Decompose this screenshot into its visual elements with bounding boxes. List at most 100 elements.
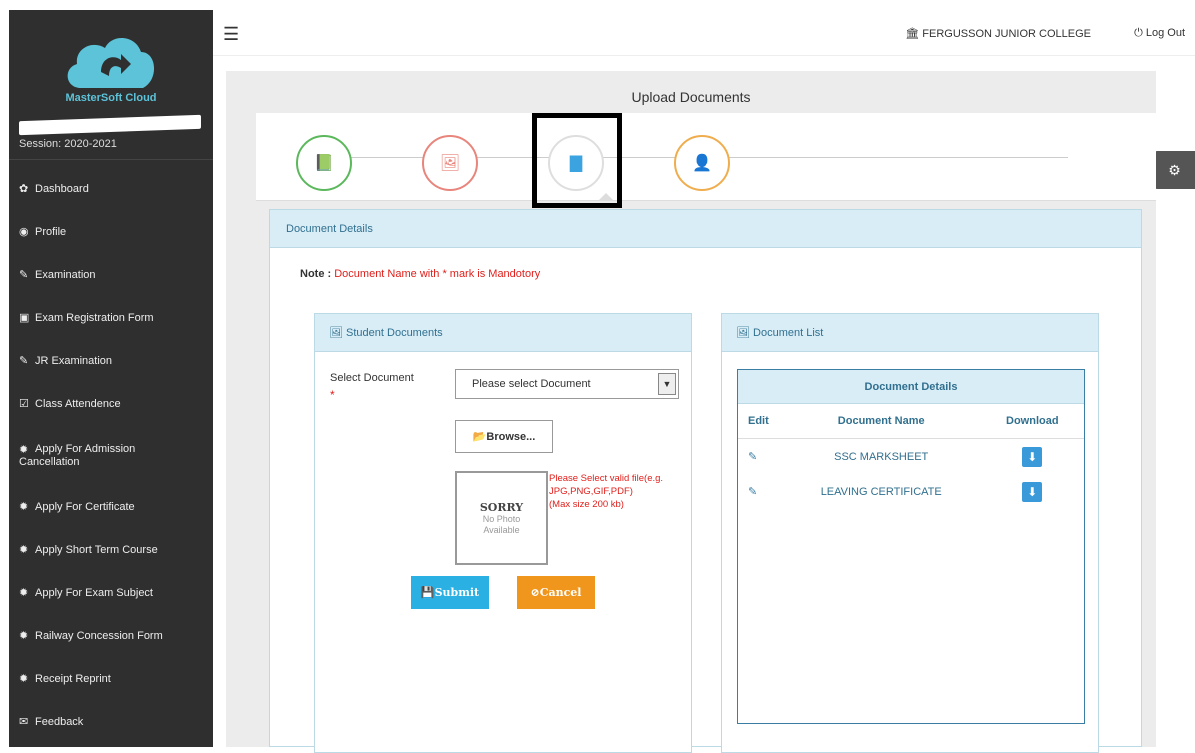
cloud-logo-icon <box>67 37 155 88</box>
document-select[interactable]: Please select Document ▼ <box>455 369 679 399</box>
step-book[interactable]: 📗 <box>296 135 352 191</box>
download-icon: ⬇ <box>1027 449 1038 464</box>
file-icon: ▇ <box>569 155 583 172</box>
sidebar-item-examination[interactable]: ✎ Examination <box>9 253 213 296</box>
sidebar-item-short-term-course[interactable]: ✹ Apply Short Term Course <box>9 528 213 571</box>
sidebar-item-label: Apply For Certificate <box>35 500 135 513</box>
sidebar-item-railway-concession[interactable]: ✹ Railway Concession Form <box>9 614 213 657</box>
sidebar-item-jr-examination[interactable]: ✎ JR Examination <box>9 339 213 382</box>
sidebar-item-label: Apply Short Term Course <box>35 543 158 556</box>
sidebar: MasterSoft Cloud Session: 2020-2021 ✿ Das… <box>9 10 213 747</box>
redacted-username <box>19 114 201 136</box>
sidebar-item-label: Apply For Admission <box>35 443 136 455</box>
file-pdf-icon: ▣ <box>19 312 30 324</box>
certificate-icon: ✹ <box>19 587 29 599</box>
sidebar-item-exam-subject[interactable]: ✹ Apply For Exam Subject <box>9 571 213 614</box>
certificate-icon: ✹ <box>19 630 29 642</box>
gear-icon: ⚙ <box>1168 161 1181 178</box>
document-table: Document Details Edit Document Name Down… <box>737 369 1085 724</box>
dashboard-icon: ✿ <box>19 183 29 195</box>
sidebar-item-admission-cancellation[interactable]: ✹ Apply For Admission Cancellation <box>9 425 213 485</box>
browse-button[interactable]: 📂 Browse... <box>455 420 553 453</box>
active-step-caret <box>598 193 614 201</box>
download-button[interactable]: ⬇ <box>1022 446 1043 467</box>
image-icon: 🖼 <box>736 327 754 339</box>
user-circle-icon: ◉ <box>19 226 29 238</box>
chevron-down-icon[interactable]: ▼ <box>658 373 676 395</box>
student-documents-panel: 🖼 Student Documents Select Document * Pl… <box>314 313 692 753</box>
brand-name: MasterSoft Cloud <box>65 92 157 104</box>
checkbox-icon: ☑ <box>19 398 29 410</box>
document-select-value: Please select Document <box>472 378 591 390</box>
main-content: Upload Documents 📗 🖼 ▇ 👤 Document Detail… <box>226 71 1156 753</box>
edit-icon[interactable]: ✎ <box>738 485 782 498</box>
sidebar-item-apply-certificate[interactable]: ✹ Apply For Certificate <box>9 485 213 528</box>
hint-line1: Please Select valid file(e.g. <box>549 473 664 484</box>
photo-text-line1: No Photo <box>482 513 521 524</box>
table-row: ✎ SSC MARKSHEET ⬇ <box>738 439 1084 474</box>
step-documents[interactable]: ▇ <box>548 135 604 191</box>
sidebar-item-receipt-reprint[interactable]: ✹ Receipt Reprint <box>9 657 213 700</box>
submit-label: Submit <box>434 586 480 599</box>
sidebar-item-class-attendence[interactable]: ☑ Class Attendence <box>9 382 213 425</box>
required-mark: * <box>330 388 335 402</box>
session-label: Session: 2020-2021 <box>19 138 117 150</box>
no-photo-placeholder: SORRY No Photo Available <box>455 471 548 565</box>
sidebar-item-label: JR Examination <box>35 354 113 367</box>
certificate-icon: ✹ <box>19 443 29 456</box>
note-label: Note : <box>300 268 332 280</box>
sidebar-item-label-line2: Cancellation <box>19 455 80 468</box>
sidebar-item-label: Class Attendence <box>35 397 121 410</box>
sidebar-item-feedback[interactable]: ✉ Feedback <box>9 700 213 743</box>
sidebar-item-label: Railway Concession Form <box>35 629 163 642</box>
note-text: Document Name with * mark is Mandotory <box>334 268 541 280</box>
certificate-icon: ✹ <box>19 673 29 685</box>
top-bar: ☰ 🏛 FERGUSSON JUNIOR COLLEGE ⏻ Log Out <box>213 10 1195 56</box>
sidebar-item-dashboard[interactable]: ✿ Dashboard <box>9 167 213 210</box>
download-icon: ⬇ <box>1027 484 1038 499</box>
logout-label: Log Out <box>1145 27 1185 39</box>
document-list-heading: 🖼 Document List <box>722 314 1098 352</box>
settings-gear-button[interactable]: ⚙ <box>1154 151 1195 189</box>
logo-area: MasterSoft Cloud Session: 2020-2021 <box>9 10 213 160</box>
sidebar-item-exam-registration[interactable]: ▣ Exam Registration Form <box>9 296 213 339</box>
sidebar-item-label: Examination <box>35 268 96 281</box>
comments-icon: ✉ <box>19 716 29 728</box>
power-icon: ⏻ <box>1134 27 1146 39</box>
column-download: Download <box>1006 415 1059 427</box>
pencil-icon: ✎ <box>19 355 29 367</box>
sidebar-item-label: Dashboard <box>35 182 89 195</box>
certificate-icon: ✹ <box>19 544 29 556</box>
table-row: ✎ LEAVING CERTIFICATE ⬇ <box>738 474 1084 509</box>
step-photo[interactable]: 🖼 <box>422 135 478 191</box>
pencil-icon: ✎ <box>19 269 29 281</box>
document-name-cell: SSC MARKSHEET <box>834 450 929 463</box>
step-user[interactable]: 👤 <box>674 135 730 191</box>
image-icon: 🖼 <box>439 155 461 172</box>
sidebar-item-label: Apply For Exam Subject <box>35 586 153 599</box>
mandatory-note: Note : Document Name with * mark is Mand… <box>300 268 540 280</box>
user-icon: 👤 <box>692 155 712 172</box>
column-document-name: Document Name <box>837 415 925 427</box>
column-edit: Edit <box>748 415 769 427</box>
sidebar-item-profile[interactable]: ◉ Profile <box>9 210 213 253</box>
download-button[interactable]: ⬇ <box>1022 481 1043 502</box>
panel-heading: Document Details <box>270 210 1141 248</box>
submit-button[interactable]: 💾 Submit <box>411 576 489 609</box>
certificate-icon: ✹ <box>19 501 29 513</box>
image-icon: 🖼 <box>329 327 347 339</box>
logout-button[interactable]: ⏻ Log Out <box>1134 27 1185 40</box>
cancel-button[interactable]: ⊘ Cancel <box>517 576 595 609</box>
sidebar-nav: ✿ Dashboard ◉ Profile ✎ Examination ▣ Exam R… <box>9 160 213 743</box>
hint-line2: JPG,PNG,GIF,PDF) <box>549 486 633 497</box>
sidebar-item-label: Profile <box>35 225 67 238</box>
hint-line3: (Max size 200 kb) <box>549 499 624 510</box>
page-title: Upload Documents <box>631 89 751 105</box>
hamburger-menu-icon[interactable]: ☰ <box>223 24 239 45</box>
table-header: Edit Document Name Download <box>738 404 1084 439</box>
folder-open-icon: 📂 <box>472 431 487 443</box>
edit-icon[interactable]: ✎ <box>738 450 782 463</box>
browse-label: Browse... <box>486 430 536 443</box>
student-documents-heading: 🖼 Student Documents <box>315 314 691 352</box>
sidebar-item-label: Feedback <box>35 715 84 728</box>
